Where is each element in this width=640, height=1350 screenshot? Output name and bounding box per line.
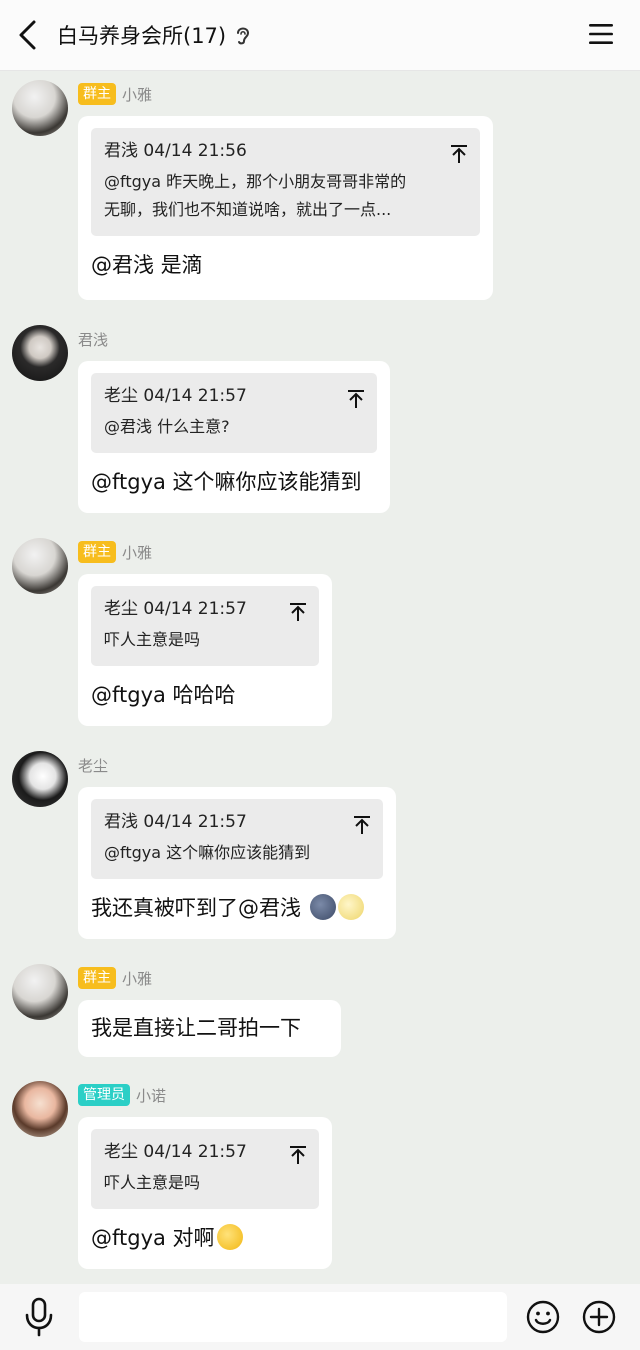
avatar[interactable] (12, 325, 68, 381)
sender-name[interactable]: 老尘 (78, 755, 108, 776)
smiley-icon[interactable] (526, 1300, 560, 1334)
quote-line: @君浅 什么主意? (104, 417, 230, 436)
owner-badge: 群主 (78, 967, 116, 989)
quote-text: @ftgya 这个嘛你应该能猜到 (104, 839, 371, 867)
sender-name[interactable]: 小雅 (122, 542, 152, 563)
message-bubble[interactable]: 老尘 04/14 21:57 吓人主意是吗 @ftgya 哈哈哈 (78, 574, 332, 726)
message-bubble[interactable]: 我是直接让二哥拍一下 (78, 1000, 341, 1057)
quote-header: 老尘 04/14 21:57 (104, 386, 247, 406)
laughing-emoji-icon (216, 1224, 243, 1250)
quote-text: @ftgya 昨天晚上，那个小朋友哥哥非常的 无聊，我们也不知道说啥，就出了一点… (104, 168, 468, 224)
quote-header: 老尘 04/14 21:57 (104, 1142, 247, 1162)
jump-to-top-icon[interactable] (289, 602, 307, 622)
ear-icon (237, 27, 250, 45)
quote-line: @ftgya 这个嘛你应该能猜到 (104, 843, 311, 862)
full-moon-face-emoji-icon (337, 894, 364, 920)
quoted-message[interactable]: 老尘 04/14 21:57 吓人主意是吗 (91, 1129, 319, 1209)
quote-line: 吓人主意是吗 (104, 1173, 201, 1192)
quoted-message[interactable]: 君浅 04/14 21:56 @ftgya 昨天晚上，那个小朋友哥哥非常的 无聊… (91, 128, 480, 236)
chat-title: 白马养身会所(17) (57, 24, 227, 48)
avatar[interactable] (12, 1081, 68, 1137)
quote-line: @ftgya 昨天晚上，那个小朋友哥哥非常的 (104, 172, 407, 191)
jump-to-top-icon[interactable] (450, 144, 468, 164)
owner-badge: 群主 (78, 83, 116, 105)
quote-line: 无聊，我们也不知道说啥，就出了一点... (104, 200, 392, 219)
hamburger-menu-icon[interactable] (588, 22, 614, 46)
owner-badge: 群主 (78, 541, 116, 563)
quoted-message[interactable]: 君浅 04/14 21:57 @ftgya 这个嘛你应该能猜到 (91, 799, 383, 879)
message-bubble[interactable]: 老尘 04/14 21:57 @君浅 什么主意? @ftgya 这个嘛你应该能猜… (78, 361, 390, 513)
quote-text: 吓人主意是吗 (104, 1169, 307, 1197)
input-bar (0, 1284, 640, 1350)
message-text: @ftgya 这个嘛你应该能猜到 (91, 470, 362, 494)
message-input[interactable] (79, 1292, 507, 1342)
message-text: 我还真被吓到了@君浅 (91, 893, 383, 923)
quote-header: 君浅 04/14 21:56 (104, 141, 247, 161)
quote-text: 吓人主意是吗 (104, 626, 307, 654)
avatar[interactable] (12, 751, 68, 807)
quoted-message[interactable]: 老尘 04/14 21:57 @君浅 什么主意? (91, 373, 377, 453)
new-moon-face-emoji-icon (309, 894, 336, 920)
message-text-content: 我还真被吓到了@君浅 (91, 896, 308, 920)
message-bubble[interactable]: 君浅 04/14 21:56 @ftgya 昨天晚上，那个小朋友哥哥非常的 无聊… (78, 116, 493, 300)
avatar[interactable] (12, 538, 68, 594)
sender-name[interactable]: 小雅 (122, 968, 152, 989)
sender-name[interactable]: 小诺 (136, 1085, 166, 1106)
jump-to-top-icon[interactable] (347, 389, 365, 409)
message-text: @ftgya 对啊 (91, 1223, 319, 1253)
message-bubble[interactable]: 老尘 04/14 21:57 吓人主意是吗 @ftgya 对啊 (78, 1117, 332, 1269)
back-chevron-icon[interactable] (14, 18, 44, 52)
sender-name[interactable]: 君浅 (78, 329, 108, 350)
quote-header: 君浅 04/14 21:57 (104, 812, 247, 832)
jump-to-top-icon[interactable] (353, 815, 371, 835)
avatar[interactable] (12, 80, 68, 136)
sender-name[interactable]: 小雅 (122, 84, 152, 105)
plus-circle-icon[interactable] (582, 1300, 616, 1334)
admin-badge: 管理员 (78, 1084, 130, 1106)
quote-header: 老尘 04/14 21:57 (104, 599, 247, 619)
microphone-icon[interactable] (24, 1297, 54, 1337)
message-text-content: @ftgya 对啊 (91, 1226, 215, 1250)
message-text: @君浅 是滴 (91, 253, 203, 277)
message-bubble[interactable]: 君浅 04/14 21:57 @ftgya 这个嘛你应该能猜到 我还真被吓到了@… (78, 787, 396, 939)
message-text: 我是直接让二哥拍一下 (91, 1016, 301, 1040)
quoted-message[interactable]: 老尘 04/14 21:57 吓人主意是吗 (91, 586, 319, 666)
jump-to-top-icon[interactable] (289, 1145, 307, 1165)
chat-header: 白马养身会所(17) (0, 0, 640, 71)
quote-line: 吓人主意是吗 (104, 630, 201, 649)
quote-text: @君浅 什么主意? (104, 413, 365, 441)
message-text: @ftgya 哈哈哈 (91, 683, 236, 707)
avatar[interactable] (12, 964, 68, 1020)
